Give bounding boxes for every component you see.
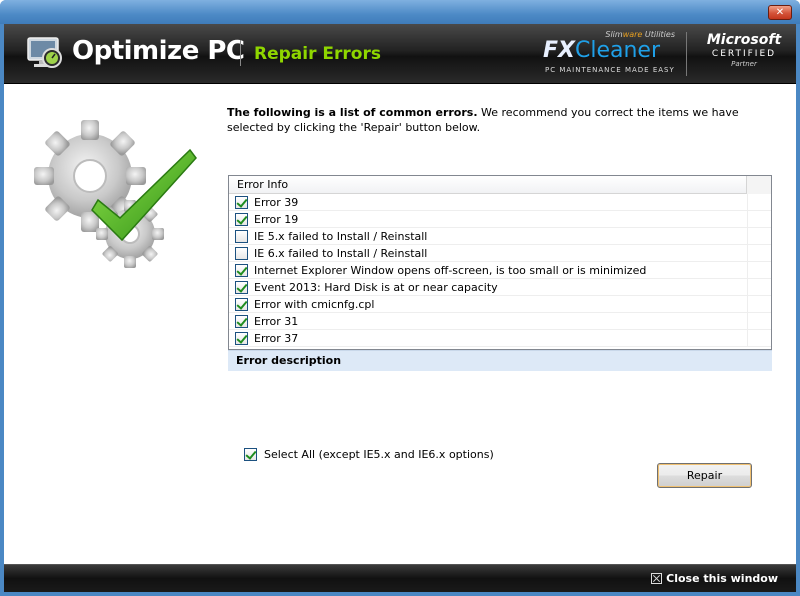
error-item-checkbox[interactable] (235, 195, 248, 209)
column-header-filler (747, 176, 771, 194)
error-item-label: IE 6.x failed to Install / Reinstall (254, 246, 428, 260)
error-item-label: Error 19 (254, 212, 299, 226)
app-window: ✕ Optimize PC Repair Errors Slimware Uti… (0, 0, 800, 596)
row-column-separator (747, 245, 748, 262)
row-column-separator (747, 211, 748, 228)
error-list-item[interactable]: Error with cmicnfg.cpl (229, 296, 771, 313)
row-column-separator (747, 228, 748, 245)
close-window-label[interactable]: Close this window (666, 572, 778, 585)
error-list-item[interactable]: Error 39 (229, 194, 771, 211)
error-list-item[interactable]: Internet Explorer Window opens off-scree… (229, 262, 771, 279)
instructions-bold: The following is a list of common errors… (227, 106, 478, 119)
brand-tagline: PC MAINTENANCE MADE EASY (545, 66, 675, 74)
close-window-link[interactable]: Close this window (651, 572, 778, 585)
footer-bar: Close this window (4, 564, 796, 592)
error-item-checkbox[interactable] (235, 246, 248, 260)
row-column-separator (747, 279, 748, 296)
gears-checkmark-icon (32, 118, 202, 281)
fxcleaner-logo: Slimware Utilities FXCleaner PC MAINTENA… (539, 28, 679, 80)
section-title: Repair Errors (254, 44, 381, 64)
error-list-item[interactable]: IE 5.x failed to Install / Reinstall (229, 228, 771, 245)
row-column-separator (747, 330, 748, 347)
microsoft-certified-partner-logo: Microsoft CERTIFIED Partner (706, 32, 782, 68)
brand-name: FXCleaner (543, 38, 661, 63)
row-column-separator (747, 194, 748, 211)
error-item-label: Error 39 (254, 195, 299, 209)
error-item-checkbox[interactable] (235, 314, 248, 328)
error-list-item[interactable]: IE 6.x failed to Install / Reinstall (229, 245, 771, 262)
app-title: Optimize PC (72, 36, 245, 66)
repair-button[interactable]: Repair (657, 463, 752, 488)
client-area: Optimize PC Repair Errors Slimware Utili… (4, 24, 796, 592)
error-list-header: Error Info (229, 176, 771, 194)
instructions-text: The following is a list of common errors… (227, 105, 747, 135)
error-item-label: Error 31 (254, 314, 299, 328)
error-list-item[interactable]: Error 19 (229, 211, 771, 228)
error-item-checkbox[interactable] (235, 331, 248, 345)
select-all-label[interactable]: Select All (except IE5.x and IE6.x optio… (264, 448, 494, 461)
error-item-label: Event 2013: Hard Disk is at or near capa… (254, 280, 498, 294)
header-divider (240, 40, 241, 66)
error-list-item[interactable]: Error 37 (229, 330, 771, 347)
monitor-gauge-icon (26, 36, 64, 73)
row-column-separator (747, 296, 748, 313)
column-header-error-info[interactable]: Error Info (229, 176, 747, 194)
error-description-label: Error description (228, 350, 772, 371)
error-item-checkbox[interactable] (235, 297, 248, 311)
error-item-checkbox[interactable] (235, 229, 248, 243)
error-item-label: Error 37 (254, 331, 299, 345)
header-banner: Optimize PC Repair Errors Slimware Utili… (4, 24, 796, 84)
error-list[interactable]: Error Info Error 39 Error 19 IE 5.x failed… (228, 175, 772, 350)
window-close-button[interactable]: ✕ (768, 5, 792, 20)
error-item-checkbox[interactable] (235, 263, 248, 277)
header-divider (686, 32, 687, 76)
select-all-checkbox[interactable] (244, 448, 257, 461)
title-bar[interactable]: ✕ (0, 0, 800, 24)
row-column-separator (747, 262, 748, 279)
error-list-item[interactable]: Event 2013: Hard Disk is at or near capa… (229, 279, 771, 296)
error-item-checkbox[interactable] (235, 280, 248, 294)
close-box-icon (651, 573, 663, 584)
row-column-separator (747, 313, 748, 330)
error-item-checkbox[interactable] (235, 212, 248, 226)
error-item-label: Internet Explorer Window opens off-scree… (254, 263, 647, 277)
error-item-label: IE 5.x failed to Install / Reinstall (254, 229, 428, 243)
error-list-rows: Error 39 Error 19 IE 5.x failed to Install… (229, 194, 771, 347)
error-item-label: Error with cmicnfg.cpl (254, 297, 375, 311)
select-all-option[interactable]: Select All (except IE5.x and IE6.x optio… (244, 448, 494, 461)
error-list-item[interactable]: Error 31 (229, 313, 771, 330)
